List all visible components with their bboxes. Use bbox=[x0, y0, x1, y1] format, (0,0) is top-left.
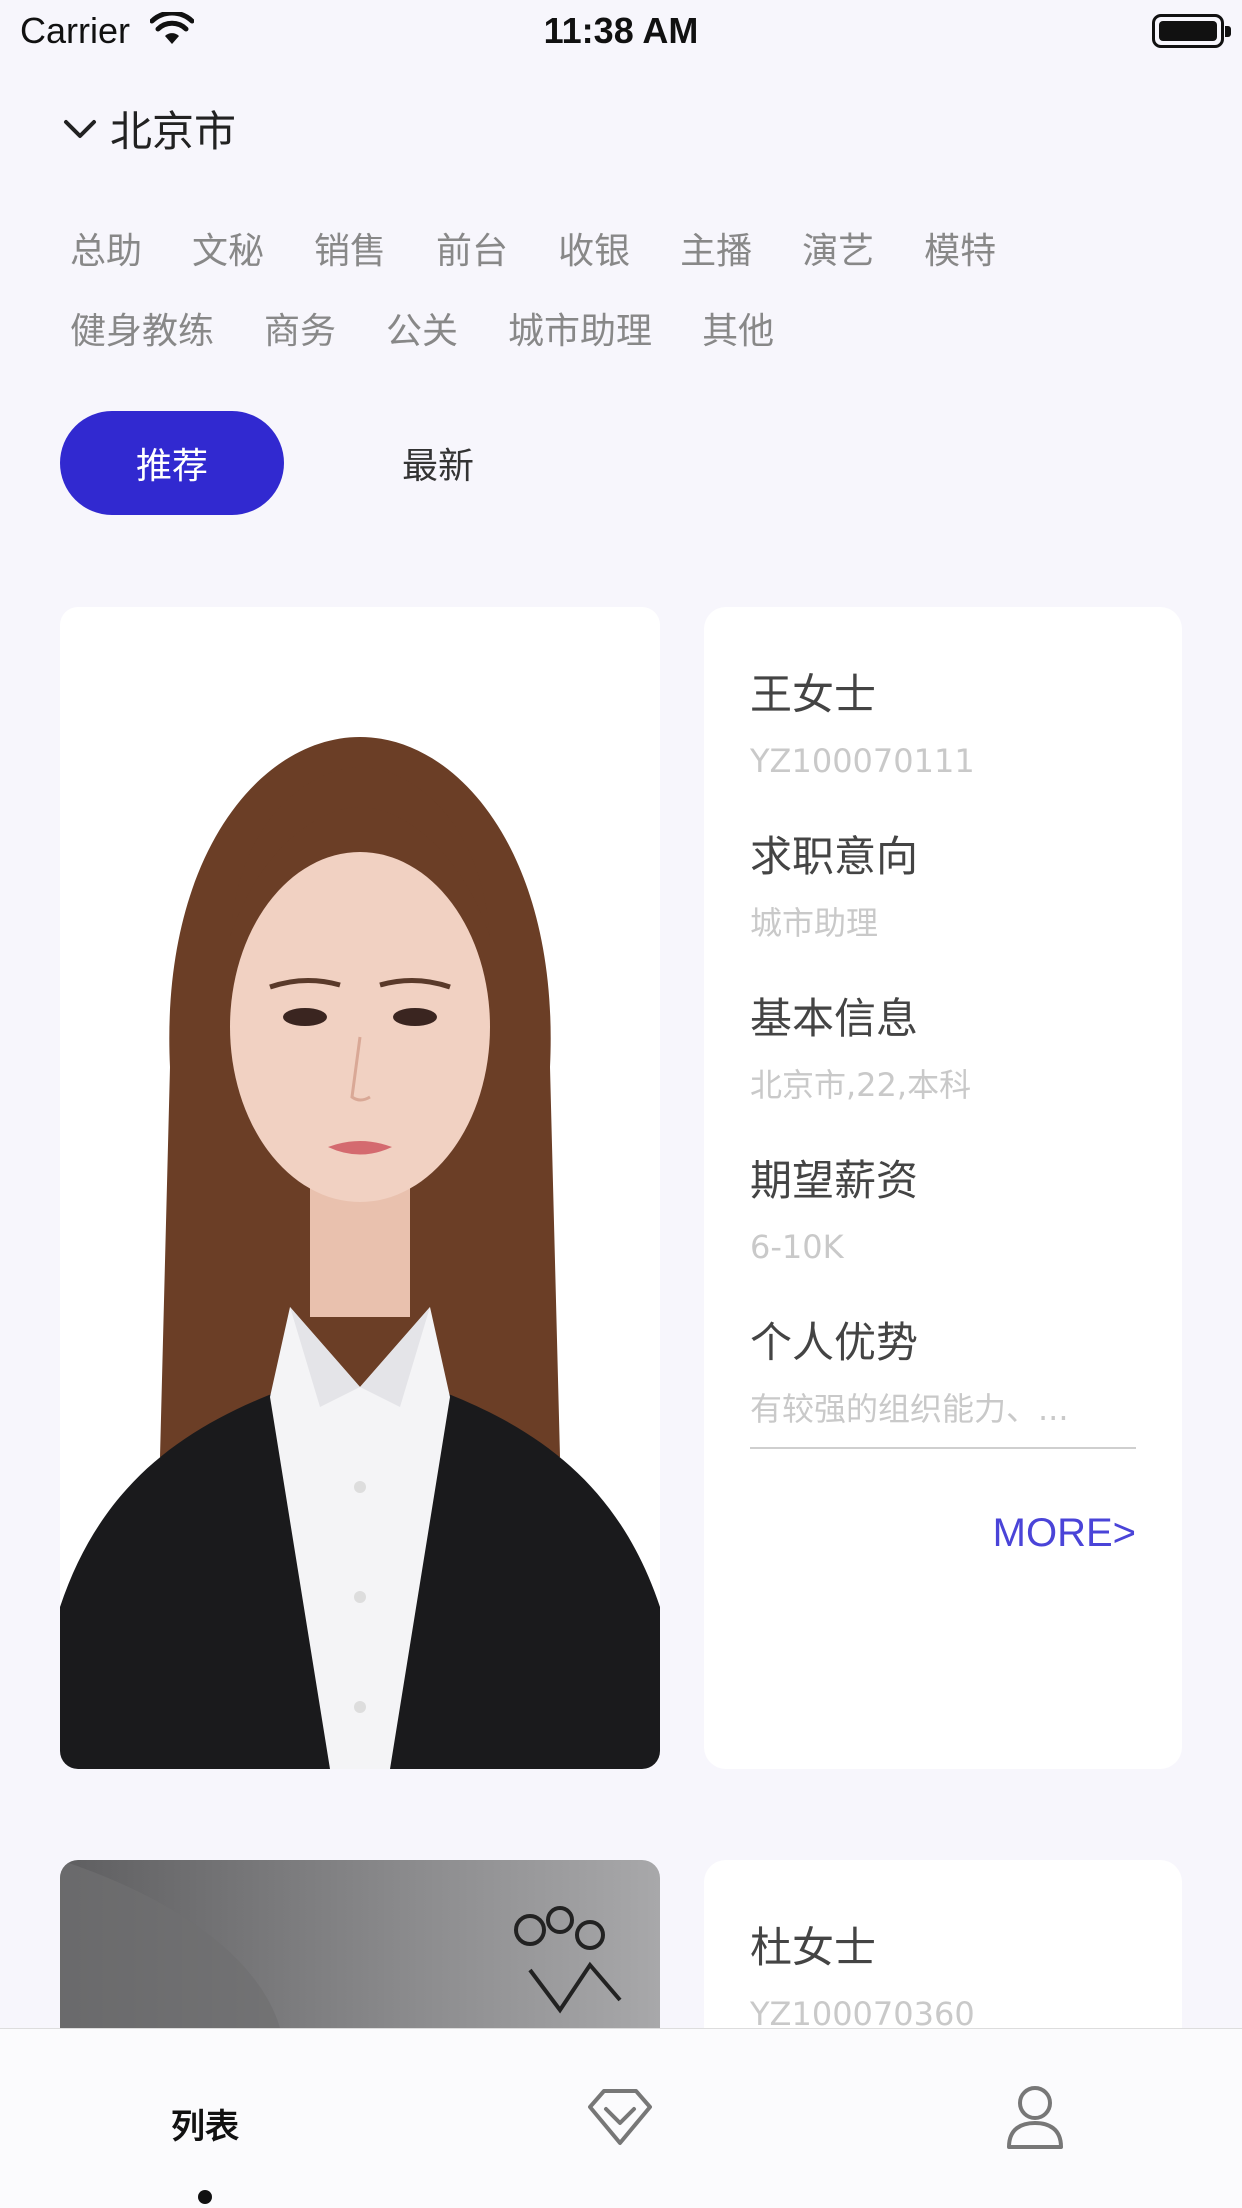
portrait-image bbox=[60, 607, 660, 1769]
chevron-down-icon bbox=[64, 119, 96, 138]
candidate-info-card[interactable]: 杜女士 YZ100070360 bbox=[704, 1860, 1182, 2028]
category-item[interactable]: 前台 bbox=[436, 230, 508, 274]
tab-vip[interactable] bbox=[570, 2029, 670, 2208]
field-label: 个人优势 bbox=[750, 1318, 919, 1367]
bottom-tab-bar: 列表 bbox=[0, 2028, 1242, 2208]
sort-tabs: 推荐 最新 bbox=[60, 411, 474, 515]
category-item[interactable]: 文秘 bbox=[192, 230, 264, 274]
candidate-photo[interactable] bbox=[60, 607, 660, 1769]
category-item[interactable]: 模特 bbox=[924, 230, 996, 274]
field-value: 6-10K bbox=[750, 1228, 844, 1266]
tab-list[interactable]: 列表 bbox=[120, 2029, 290, 2208]
category-item[interactable]: 城市助理 bbox=[508, 310, 652, 354]
candidate-info-card[interactable]: 王女士 YZ100070111 求职意向 城市助理 基本信息 北京市,22,本科… bbox=[704, 607, 1182, 1769]
category-filter: 总助 文秘 销售 前台 收银 主播 演艺 模特 健身教练 商务 公关 城市助理 … bbox=[70, 230, 1170, 390]
tab-latest[interactable]: 最新 bbox=[402, 437, 474, 489]
category-item[interactable]: 销售 bbox=[314, 230, 386, 274]
candidate-name: 王女士 bbox=[750, 670, 877, 719]
field-value: 城市助理 bbox=[750, 904, 879, 942]
status-time: 11:38 AM bbox=[543, 10, 699, 51]
divider bbox=[750, 1447, 1136, 1449]
candidate-id: YZ100070111 bbox=[750, 742, 975, 780]
category-item[interactable]: 演艺 bbox=[802, 230, 874, 274]
city-selector[interactable]: 北京市 bbox=[60, 98, 236, 159]
tab-list-label: 列表 bbox=[171, 2107, 239, 2147]
battery-icon bbox=[1152, 14, 1231, 48]
candidate-photo[interactable] bbox=[60, 1860, 660, 2028]
tab-profile[interactable] bbox=[985, 2029, 1085, 2208]
field-label: 基本信息 bbox=[750, 994, 919, 1043]
candidate-name: 杜女士 bbox=[750, 1923, 877, 1972]
more-link[interactable]: MORE> bbox=[750, 1511, 1136, 1556]
profile-icon bbox=[1007, 2086, 1063, 2149]
category-item[interactable]: 健身教练 bbox=[70, 310, 214, 354]
active-indicator bbox=[198, 2190, 212, 2204]
category-item[interactable]: 主播 bbox=[680, 230, 752, 274]
category-item[interactable]: 商务 bbox=[264, 310, 336, 354]
category-item[interactable]: 总助 bbox=[70, 230, 142, 274]
field-label: 期望薪资 bbox=[750, 1156, 919, 1205]
status-bar: Carrier 11:38 AM bbox=[0, 0, 1242, 62]
field-value: 北京市,22,本科 bbox=[750, 1066, 972, 1104]
category-item[interactable]: 公关 bbox=[386, 310, 458, 354]
diamond-icon bbox=[588, 2089, 652, 2145]
candidate-id: YZ100070360 bbox=[750, 1995, 975, 2028]
field-value: 有较强的组织能力、... bbox=[750, 1390, 1069, 1428]
category-item[interactable]: 收银 bbox=[558, 230, 630, 274]
portrait-image bbox=[60, 1860, 660, 2028]
field-label: 求职意向 bbox=[750, 832, 919, 881]
city-name: 北京市 bbox=[110, 107, 237, 156]
category-item[interactable]: 其他 bbox=[702, 310, 774, 354]
tab-recommended[interactable]: 推荐 bbox=[60, 411, 284, 515]
